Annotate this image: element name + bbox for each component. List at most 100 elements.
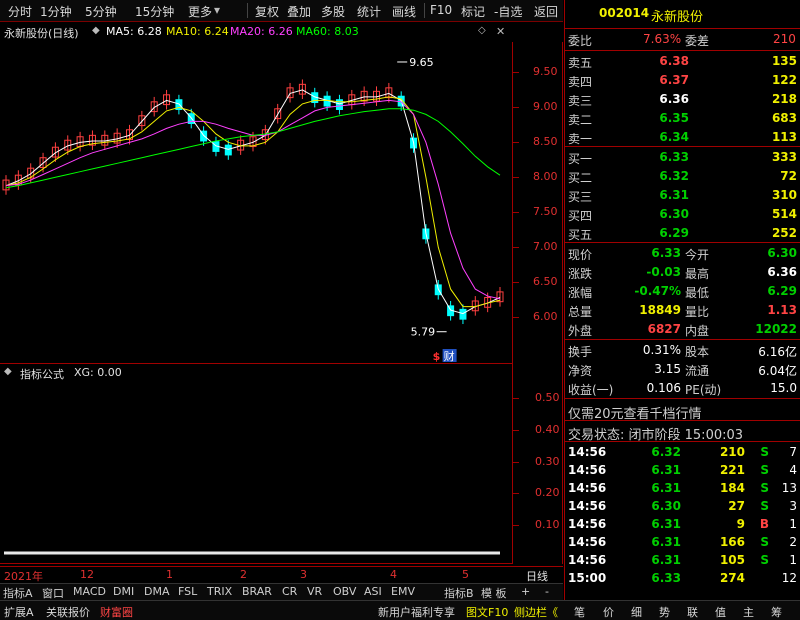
tab-shi[interactable]: 势 (659, 604, 670, 620)
bid-volume: 310 (771, 188, 797, 202)
toolbar-1min[interactable]: 1分钟 (40, 3, 72, 20)
tab-related-quote[interactable]: 关联报价 (46, 604, 90, 620)
ask-price: 6.34 (659, 130, 689, 144)
tab-add[interactable]: + (521, 585, 530, 598)
stock-name: 永新股份 (651, 10, 704, 25)
ma-line-ma10 (5, 96, 501, 308)
tab-zhi[interactable]: 值 (715, 604, 726, 620)
stat-label: 涨幅 (568, 286, 593, 300)
date-label: 3 (300, 568, 307, 581)
tab-extend-a[interactable]: 扩展A (4, 604, 34, 620)
ma-line-ma5 (5, 89, 501, 315)
tab-chou[interactable]: 筹 (771, 604, 782, 620)
tab-indicator-a[interactable]: 指标A (3, 585, 33, 601)
tick-price: 6.31 (651, 463, 681, 477)
fund-value: 0.31% (642, 343, 681, 357)
toolbar-overlay[interactable]: 叠加 (287, 3, 311, 20)
fund-value: 6.16亿 (758, 345, 797, 359)
bid-volume: 333 (771, 150, 797, 164)
tab-macd[interactable]: MACD (73, 585, 106, 598)
indicator-title: 指标公式 (20, 368, 64, 381)
tab-trix[interactable]: TRIX (207, 585, 232, 598)
bid-label: 买二 (568, 171, 593, 185)
chevron-down-icon[interactable]: ▾ (214, 3, 220, 17)
tab-template[interactable]: 模 板 (481, 585, 507, 601)
tab-jia[interactable]: 价 (603, 604, 614, 620)
stat-label: 外盘 (568, 324, 593, 338)
price-axis-tick: 8.00 (533, 170, 558, 184)
tick-volume: 184 (719, 481, 745, 495)
fund-label: 收益(一) (568, 383, 614, 397)
kline-chart-area[interactable]: 9.65 5.79 $ 财 (0, 42, 513, 364)
tick-time: 14:56 (568, 517, 607, 531)
price-axis-tick-mark (513, 282, 519, 284)
dropdown-icon[interactable]: ◆ (92, 25, 100, 36)
bid-label: 买五 (568, 228, 593, 242)
toolbar-more[interactable]: 更多 (188, 3, 212, 20)
stat-value: 12022 (755, 322, 797, 336)
tab-zhu[interactable]: 主 (743, 604, 754, 620)
indicator-pane[interactable] (0, 364, 513, 564)
toolbar-multi[interactable]: 多股 (321, 3, 345, 20)
bid-row: 买二 6.32 72 (565, 167, 800, 186)
stat-row: 涨跌 -0.03 最高 6.36 (565, 263, 800, 282)
high-price-label: 9.65 (409, 56, 434, 69)
tick-count: 4 (789, 463, 797, 477)
tab-remove[interactable]: - (545, 585, 549, 598)
close-icon[interactable]: ✕ (496, 25, 505, 38)
tab-xi[interactable]: 细 (631, 604, 642, 620)
toolbar-mark[interactable]: 标记 (461, 3, 485, 20)
ask-label: 卖四 (568, 75, 593, 89)
tab-emv[interactable]: EMV (391, 585, 415, 598)
sidebar-toggle[interactable]: 侧边栏《 (514, 604, 558, 620)
toolbar-f10[interactable]: F10 (430, 3, 452, 17)
period-toolbar: 分时 1分钟 5分钟 15分钟 更多 ▾ 复权 叠加 多股 统计 画线 F10 … (0, 0, 563, 22)
tick-side: S (760, 463, 769, 477)
toolbar-15min[interactable]: 15分钟 (135, 3, 174, 20)
toolbar-draw[interactable]: 画线 (392, 3, 416, 20)
toolbar-timeshare[interactable]: 分时 (8, 3, 32, 20)
bid-row: 买五 6.29 252 (565, 224, 800, 243)
toolbar-fuquan[interactable]: 复权 (255, 3, 279, 20)
stat-row: 总量 18849 量比 1.13 (565, 301, 800, 320)
collapse-icon[interactable]: ◆ (4, 366, 12, 377)
f10-link[interactable]: 图文F10 (466, 604, 508, 620)
tab-dmi[interactable]: DMI (113, 585, 134, 598)
tab-lian[interactable]: 联 (687, 604, 698, 620)
bid-label: 买四 (568, 209, 593, 223)
tick-price: 6.33 (651, 571, 681, 585)
tick-price: 6.30 (651, 499, 681, 513)
settings-diamond-icon[interactable]: ◇ (478, 25, 486, 36)
toolbar-stats[interactable]: 统计 (357, 3, 381, 20)
quote-panel: 002014 永新股份 委比 7.63% 委差 210 卖五 6.38 135 卖四 6… (564, 0, 800, 600)
tick-count: 2 (789, 535, 797, 549)
tab-window[interactable]: 窗口 (42, 585, 64, 601)
bid-row: 买三 6.31 310 (565, 186, 800, 205)
tick-count: 3 (789, 499, 797, 513)
promo-row[interactable]: 仅需20元查看千档行情 (565, 401, 800, 422)
status-row: 交易状态: 闭市阶段 15:00:03 (565, 422, 800, 443)
toolbar-back[interactable]: 返回 (534, 3, 558, 20)
toolbar-remove-fav[interactable]: -自选 (494, 3, 522, 20)
tick-volume: 210 (719, 445, 745, 459)
tab-cr[interactable]: CR (282, 585, 297, 598)
tab-indicator-b[interactable]: 指标B (444, 585, 474, 601)
tick-price: 6.31 (651, 481, 681, 495)
tab-asi[interactable]: ASI (364, 585, 382, 598)
tick-volume: 274 (719, 571, 745, 585)
tab-bi[interactable]: 笔 (574, 604, 585, 620)
bid-volume: 252 (771, 226, 797, 240)
indicator-header: ◆ 指标公式 XG: 0.00 (0, 364, 513, 384)
tab-dma[interactable]: DMA (144, 585, 170, 598)
tab-obv[interactable]: OBV (333, 585, 356, 598)
indicator-axis-tick-mark (513, 397, 519, 399)
toolbar-5min[interactable]: 5分钟 (85, 3, 117, 20)
tab-fsl[interactable]: FSL (178, 585, 197, 598)
bid-price: 6.29 (659, 226, 689, 240)
indicator-axis: 0.50 0.40 0.30 0.20 0.10 (513, 364, 563, 564)
new-user-link[interactable]: 新用户福利专享 (378, 604, 455, 620)
tab-wealth-circle[interactable]: 财富圈 (100, 604, 133, 620)
price-axis-tick: 9.00 (533, 100, 558, 114)
tab-brar[interactable]: BRAR (242, 585, 272, 598)
tab-vr[interactable]: VR (307, 585, 322, 598)
